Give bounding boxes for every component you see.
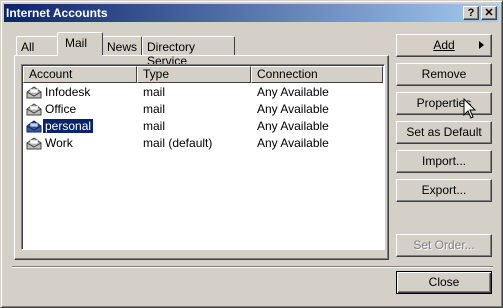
remove-button[interactable]: Remove xyxy=(396,63,492,86)
set-order-button[interactable]: Set Order... xyxy=(396,234,492,257)
tab-news[interactable]: News xyxy=(102,36,142,56)
close-window-button[interactable]: ✕ xyxy=(481,6,497,20)
submenu-arrow-icon xyxy=(479,41,484,49)
export-button-label: Export... xyxy=(421,183,467,197)
export-button[interactable]: Export... xyxy=(396,179,492,202)
close-button[interactable]: Close xyxy=(396,271,492,294)
set-order-button-label: Set Order... xyxy=(413,238,475,252)
close-button-label: Close xyxy=(428,275,460,289)
set-as-default-button-label: Set as Default xyxy=(406,125,482,139)
separator xyxy=(12,266,493,268)
remove-button-label: Remove xyxy=(421,67,467,81)
tab-all[interactable]: All xyxy=(16,36,60,56)
tab-mail[interactable]: Mail xyxy=(57,32,103,55)
window-title: Internet Accounts xyxy=(6,6,108,20)
add-button[interactable]: Add xyxy=(396,34,492,57)
tab-mail-label: Mail xyxy=(65,36,88,50)
title-bar[interactable]: Internet Accounts ? ✕ xyxy=(4,4,499,22)
tab-directory-service[interactable]: Directory Service xyxy=(142,36,235,68)
add-button-label: Add xyxy=(433,38,455,52)
help-button[interactable]: ? xyxy=(463,6,479,20)
mouse-cursor-icon xyxy=(463,98,477,119)
import-button-label: Import... xyxy=(421,154,466,168)
tab-news-label: News xyxy=(107,40,138,54)
tab-panel xyxy=(14,55,389,260)
set-as-default-button[interactable]: Set as Default xyxy=(396,121,492,144)
internet-accounts-dialog: Internet Accounts ? ✕ All Mail News Dire… xyxy=(0,0,503,308)
tab-all-label: All xyxy=(21,40,35,54)
import-button[interactable]: Import... xyxy=(396,150,492,173)
properties-button[interactable]: Properties xyxy=(396,92,492,115)
